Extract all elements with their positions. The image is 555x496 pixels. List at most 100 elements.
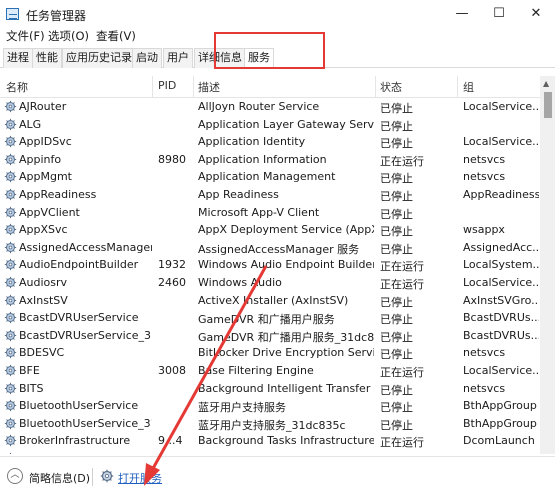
service-icon [4,188,17,201]
service-icon [4,382,17,395]
table-row[interactable]: AppVClient Microsoft App-V Client 已停止 [0,204,540,222]
service-group: LocalService... [463,452,539,454]
service-name: BrokerInfrastructure [19,434,131,448]
service-icon [4,294,17,307]
close-button[interactable]: ✕ [518,4,554,24]
service-group: netsvcs [463,170,506,184]
table-row[interactable]: BcastDVRUserService_31... GameDVR 和广播用户服务… [0,327,540,345]
column-pid[interactable]: PID [158,79,176,92]
services-list: AJRouter AllJoyn Router Service 已停止 LocalSe… [0,98,540,454]
service-status: 已停止 [380,330,413,344]
service-status: 正在运行 [380,154,424,168]
menu-options[interactable]: 选项(O) [48,28,89,44]
table-row[interactable]: AJRouter AllJoyn Router Service 已停止 LocalSe… [0,98,540,116]
tab-performance[interactable]: 性能 [32,48,62,68]
column-divider[interactable] [375,76,376,98]
service-icon [4,100,17,113]
service-icon [4,417,17,430]
service-icon [4,329,17,342]
table-row[interactable]: Appinfo 8980 Application Information 正在运行 ne… [0,151,540,169]
service-icon [4,135,17,148]
tab-processes[interactable]: 进程 [3,48,33,68]
service-icon [4,118,17,131]
service-name: BFE [19,364,40,377]
service-status: 已停止 [380,452,456,454]
services-gear-icon[interactable] [100,469,114,483]
table-row[interactable]: AppIDSvc Application Identity 已停止 LocalServ… [0,133,540,151]
service-group: BcastDVRUs... [463,328,539,342]
services-tab-highlight [214,32,325,69]
table-row[interactable]: AudioEndpointBuilder 1932 Windows Audio En… [0,256,540,274]
service-icon [4,452,17,454]
table-row[interactable]: AppMgmt Application Management 已停止 netsvcs [0,168,540,186]
service-description: GameDVR 和广播用户服务 [198,313,335,327]
service-group: AxInstSVGro... [463,293,539,307]
service-icon [4,258,17,271]
service-icon [4,364,17,377]
table-row[interactable]: BDESVC BitLocker Drive Encryption Service… [0,344,540,362]
service-status: 已停止 [380,313,413,327]
service-status: 正在运行 [380,366,424,379]
service-group: DcomLaunch [463,434,535,448]
table-row[interactable]: BrokerInfrastructure 9...4 Background Task… [0,432,540,450]
service-group: AppReadiness [463,188,539,201]
service-name: AppXSvc [19,223,68,237]
tab-startup[interactable]: 启动 [132,48,162,68]
table-row[interactable]: AppReadiness App Readiness 已停止 AppReadiness [0,186,540,204]
service-status: 已停止 [380,418,413,432]
minimize-button[interactable]: — [444,4,480,24]
table-row[interactable]: BluetoothUserService 蓝牙用户支持服务 已停止 BthAppGro… [0,397,540,415]
service-name: AJRouter [19,100,67,113]
service-description: Microsoft App-V Client [198,205,320,219]
table-row[interactable]: BITS Background Intelligent Transfer ... 已… [0,380,540,398]
service-name: BluetoothUserService_31... [19,416,152,430]
column-divider[interactable] [457,76,458,98]
table-row[interactable]: BluetoothUserService_31... 蓝牙用户支持服务_31dc8… [0,415,540,433]
service-description: Application Identity [198,135,306,149]
column-divider[interactable] [193,76,194,98]
maximize-button[interactable]: ☐ [481,4,517,24]
menu-view[interactable]: 查看(V) [96,28,136,44]
service-description: Background Tasks Infrastructure... [198,434,374,448]
tab-app-history[interactable]: 应用历史记录 [62,48,136,68]
service-status: 已停止 [380,383,413,397]
chevron-up-icon[interactable]: ︿ [7,468,23,484]
service-description: AssignedAccessManager 服务 [198,242,360,256]
footer-divider [92,468,93,486]
service-pid: 1932 [158,258,186,272]
tab-users[interactable]: 用户 [163,48,193,68]
service-description: Application Information [198,152,327,166]
column-divider[interactable] [152,76,153,98]
service-name: AppMgmt [19,170,72,184]
vertical-scrollbar[interactable] [540,76,555,454]
service-status: 已停止 [380,102,413,115]
table-row[interactable]: AssignedAccessManager... AssignedAccessMa… [0,239,540,257]
table-row[interactable]: BcastDVRUserService GameDVR 和广播用户服务 已停止 Bca… [0,309,540,327]
column-name[interactable]: 名称 [6,79,28,95]
open-services-link[interactable]: 打开服务 [118,470,162,486]
menu-file[interactable]: 文件(F) [6,28,45,44]
service-name: BTAGService [19,452,152,454]
service-pid: 2460 [158,276,186,289]
table-row[interactable]: AxInstSV ActiveX Installer (AxInstSV) 已停止 A… [0,292,540,310]
service-description: Windows Audio [198,276,282,289]
column-description[interactable]: 描述 [198,79,220,95]
service-icon [4,399,17,412]
table-row[interactable]: BFE 3008 Base Filtering Engine 正在运行 LocalSer… [0,362,540,380]
service-description: GameDVR 和广播用户服务_31dc8... [198,330,374,344]
service-status: 已停止 [380,401,413,415]
service-status: 已停止 [380,137,413,151]
column-group[interactable]: 组 [463,79,474,95]
column-status[interactable]: 状态 [380,79,402,95]
table-row[interactable]: Audiosrv 2460 Windows Audio 正在运行 LocalServic… [0,274,540,292]
table-row[interactable]: AppXSvc AppX Deployment Service (AppX... 已… [0,221,540,239]
scroll-up-icon[interactable]: ▲ [543,79,549,88]
service-description: ActiveX Installer (AxInstSV) [198,293,349,307]
fewer-details-button[interactable]: 简略信息(D) [29,470,90,486]
service-group: BthAppGroup [463,416,537,430]
scrollbar-thumb[interactable] [544,92,552,118]
table-row[interactable]: BTAGService 蓝牙音频网关服务 已停止 LocalService... [0,450,540,454]
service-group: LocalSystem... [463,258,539,272]
service-name: BITS [19,381,44,395]
table-row[interactable]: ALG Application Layer Gateway Service 已停止 [0,116,540,134]
